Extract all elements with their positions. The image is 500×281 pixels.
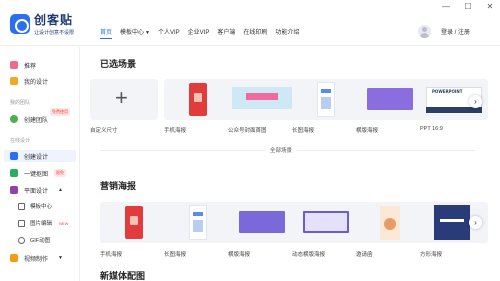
user-box: 登录 / 注册 [418,25,470,38]
nav-template-center[interactable]: 模板中心▼ [120,27,150,39]
square-poster-thumb [434,205,470,240]
card-label: 横版海报 [356,128,379,134]
gif-icon [18,236,25,244]
sidebar-item-my-design[interactable]: 我的设计 [10,75,48,87]
all-scenes-link[interactable]: 全部场景 [265,146,298,154]
card-label: 手机海报 [100,252,123,258]
card-label: PPT 16:9 [420,126,443,132]
cutout-icon [10,169,18,177]
phone-poster-thumb [189,83,207,116]
sidebar-item-graphic-design[interactable]: 平面设计 ▲ [10,184,63,196]
animated-poster-thumb [303,211,349,233]
close-button[interactable]: ✕ [484,2,496,11]
sidebar-sub-gif[interactable]: GIF动图 [18,236,50,244]
sidebar-item-cutout[interactable]: 一键抠图 限免 [10,167,67,179]
long-poster-thumb [189,205,207,240]
graphic-icon [10,186,18,194]
caret-down-icon: ▼ [145,30,150,36]
login-register-link[interactable]: 登录 / 注册 [441,27,470,36]
card-label: 手机海报 [164,128,187,134]
plus-icon: + [115,85,128,110]
card-label: 邀请函 [356,252,373,258]
next-arrow-button[interactable]: › [469,216,482,229]
card-invitation[interactable] [356,202,424,243]
card-official-cover[interactable] [228,79,296,120]
nav-home[interactable]: 首页 [100,27,113,39]
card-animated-wide-poster[interactable] [292,202,360,243]
team-icon [10,115,18,123]
section-my-team: 我的团队 [10,100,31,106]
wide-poster-thumb [367,88,413,110]
sidebar-item-create-team[interactable]: 创建团队 [10,113,48,125]
nav-enterprise-vip[interactable]: 企业VIP [188,27,210,39]
nav-features[interactable]: 功能介绍 [275,27,299,39]
main-content: 已选场景 + 自定义尺寸 手机海报 公众号封面首图 长图海报 横版海报 POWE… [80,47,500,281]
image-edit-icon [18,219,25,227]
cover-thumb [232,87,292,109]
card-long-poster[interactable] [164,202,232,243]
card-label: 公众号封面首图 [228,128,267,134]
card-wide-poster[interactable] [356,79,424,120]
logo-title: 创客贴 [34,13,74,27]
sidebar: 推荐 我的设计 我的团队 免费使用 创建团队 在线设计 创建设计 一键抠图 限免… [0,47,80,281]
bulb-icon [10,77,18,85]
top-header: 创客贴 让设计创意不设限 首页 模板中心▼ 个人VIP 企业VIP 客户端 在线… [0,0,500,46]
card-phone-poster[interactable] [100,202,168,243]
limited-free-badge: 限免 [54,169,67,177]
ppt-thumb-text: POWERPOINT [432,89,463,94]
phone-poster-thumb [125,206,143,239]
card-long-poster[interactable] [292,79,360,120]
minimize-button[interactable]: — [440,2,452,11]
card-wide-poster[interactable] [228,202,296,243]
nav-online-print[interactable]: 在线印刷 [243,27,267,39]
invitation-thumb [380,206,400,240]
avatar-icon[interactable] [418,25,431,38]
sidebar-sub-template-center[interactable]: 模板中心 [18,202,52,210]
nav-personal-vip[interactable]: 个人VIP [158,27,180,39]
logo[interactable]: 创客贴 让设计创意不设限 [10,11,74,36]
wide-poster-thumb [239,211,285,233]
video-icon [10,254,18,262]
chevron-up-icon: ▲ [58,187,63,193]
free-badge: 免费使用 [50,108,70,116]
maximize-button[interactable]: ☐ [462,2,474,11]
card-label: 横版海报 [228,252,251,258]
card-label: 自定义尺寸 [90,128,118,134]
selected-scenes-title: 已选场景 [100,59,137,69]
section-online-design: 在线设计 [10,138,31,144]
sidebar-sub-image-edit[interactable]: 图片编辑 NEW [18,219,70,227]
logo-icon [10,13,30,34]
logo-subtitle: 让设计创意不设限 [34,30,75,36]
sidebar-item-video[interactable]: 视频制作 ▼ [10,252,63,264]
sidebar-item-recommend[interactable]: 推荐 [10,59,36,71]
top-nav: 首页 模板中心▼ 个人VIP 企业VIP 客户端 在线印刷 功能介绍 [100,27,299,39]
chevron-down-icon: ▼ [58,255,63,261]
window-controls: — ☐ ✕ [440,2,496,11]
new-badge: NEW [59,220,69,226]
card-label: 长图海报 [164,252,187,258]
new-media-title: 新媒体配图 [100,271,146,281]
next-arrow-button[interactable]: › [469,95,482,108]
card-phone-poster[interactable] [164,79,232,120]
card-custom-size[interactable]: + [90,79,158,120]
long-poster-thumb [317,82,335,117]
nav-client[interactable]: 客户端 [217,27,235,39]
card-label: 方形海报 [420,252,443,258]
sidebar-item-create-design[interactable]: 创建设计 [4,150,76,162]
thumb-icon [10,61,18,69]
design-icon [10,152,18,160]
card-label: 动态横版海报 [292,252,326,258]
marketing-posters-title: 营销海报 [100,181,137,191]
card-label: 长图海报 [292,128,315,134]
template-icon [18,202,25,210]
